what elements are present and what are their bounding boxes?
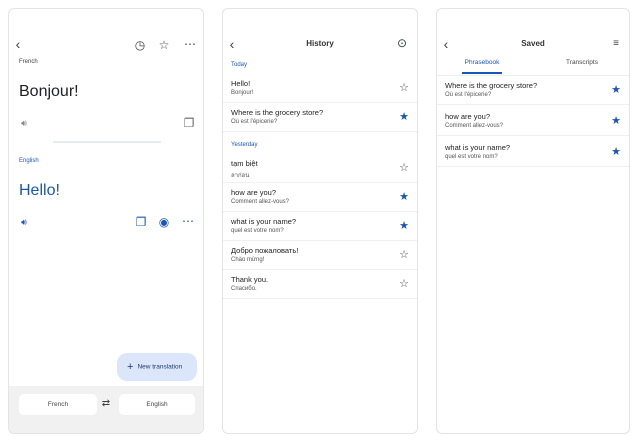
phrase-translation: Où est l'épicerie?	[231, 119, 278, 125]
phrase-translation: quel est votre nom?	[231, 228, 284, 234]
list-item[interactable]: Thank you. Спасибо. ☆	[223, 270, 417, 299]
swap-icon[interactable]: ⇄	[99, 398, 113, 410]
more-icon[interactable]: ⋯	[181, 215, 195, 227]
list-item[interactable]: Where is the grocery store? Où est l'épi…	[223, 103, 417, 132]
list-item[interactable]: Hello! Bonjour! ☆	[223, 74, 417, 103]
star-filled-icon[interactable]: ★	[399, 110, 409, 123]
source-language-button[interactable]: French	[19, 394, 97, 415]
star-icon[interactable]: ☆	[157, 39, 171, 51]
section-label: Yesterday	[231, 142, 258, 148]
divider	[53, 141, 161, 143]
phrase-translation: Bonjour!	[231, 90, 254, 96]
history-screen: ‹ History ⊙ Today Hello! Bonjour! ☆ Where …	[222, 8, 418, 434]
phrase-translation: Comment allez-vous?	[231, 199, 290, 205]
history-icon[interactable]: ◷	[133, 39, 147, 51]
speaker-icon[interactable]: 🔊︎	[17, 117, 31, 129]
star-filled-icon[interactable]: ★	[611, 114, 621, 127]
list-item[interactable]: what is your name? quel est votre nom? ★	[223, 212, 417, 241]
translate-screen: ‹ ◷ ☆ ⋯ French Bonjour! 🔊︎ ❐ English Hel…	[8, 8, 204, 434]
tab-transcripts[interactable]: Transcripts	[547, 59, 617, 66]
new-translation-button[interactable]: + New translation	[117, 353, 197, 381]
list-item[interactable]: how are you? Comment allez-vous? ★	[223, 183, 417, 212]
star-outline-icon[interactable]: ☆	[399, 161, 409, 174]
phrase-translation: Où est l'épicerie?	[445, 92, 492, 98]
saved-screen: ‹ Saved ≡ Phrasebook Transcripts Where i…	[436, 8, 630, 434]
target-text: Hello!	[19, 182, 60, 199]
phrase-translation: quel est votre nom?	[445, 154, 498, 160]
list-item[interactable]: Where is the grocery store? Où est l'épi…	[437, 76, 629, 105]
saved-icon[interactable]: ◉	[157, 216, 171, 228]
list-item[interactable]: what is your name? quel est votre nom? ★	[437, 138, 629, 167]
phrase-text: what is your name?	[445, 143, 511, 152]
star-filled-icon[interactable]: ★	[399, 219, 409, 232]
star-filled-icon[interactable]: ★	[611, 145, 621, 158]
source-language-label: French	[19, 59, 38, 65]
phrase-text: tạm biệt	[231, 159, 258, 168]
language-bar: French ⇄ English	[9, 386, 203, 433]
speaker-icon[interactable]: 🔊︎	[17, 216, 31, 228]
phrase-translation: ลาก่อน	[231, 173, 250, 179]
phrase-text: how are you?	[231, 188, 277, 197]
target-language-button[interactable]: English	[119, 394, 195, 415]
plus-icon: +	[127, 361, 134, 373]
phrase-text: Hello!	[231, 79, 251, 88]
phrase-translation: Comment allez-vous?	[445, 123, 504, 129]
phrase-translation: Chào mừng!	[231, 257, 265, 263]
copy-icon[interactable]: ❐	[134, 216, 148, 228]
active-tab-indicator	[462, 72, 502, 74]
more-icon[interactable]: ⋯	[183, 38, 197, 50]
tab-phrasebook[interactable]: Phrasebook	[447, 59, 517, 66]
page-title: Saved	[521, 39, 545, 48]
star-filled-icon[interactable]: ★	[611, 83, 621, 96]
source-text[interactable]: Bonjour!	[19, 83, 79, 101]
star-filled-icon[interactable]: ★	[399, 190, 409, 203]
phrase-text: Добро пожаловать!	[231, 246, 299, 255]
star-outline-icon[interactable]: ☆	[399, 248, 409, 261]
list-item[interactable]: Добро пожаловать! Chào mừng! ☆	[223, 241, 417, 270]
copy-icon[interactable]: ❐	[182, 117, 196, 129]
sort-icon[interactable]: ≡	[609, 38, 623, 50]
phrase-text: Where is the grocery store?	[445, 81, 538, 90]
phrase-text: Thank you.	[231, 275, 269, 284]
phrase-translation: Спасибо.	[231, 286, 257, 292]
more-options-icon[interactable]: ⊙	[395, 37, 409, 49]
target-language-label: English	[19, 158, 39, 164]
phrase-text: what is your name?	[231, 217, 297, 226]
list-item[interactable]: how are you? Comment allez-vous? ★	[437, 107, 629, 136]
star-outline-icon[interactable]: ☆	[399, 81, 409, 94]
new-translation-label: New translation	[137, 363, 183, 371]
list-item[interactable]: tạm biệt ลาก่อน ☆	[223, 154, 417, 183]
phrase-text: how are you?	[445, 112, 491, 121]
page-title: History	[306, 39, 334, 48]
star-outline-icon[interactable]: ☆	[399, 277, 409, 290]
back-icon[interactable]: ‹	[11, 37, 25, 51]
phrase-text: Where is the grocery store?	[231, 108, 324, 117]
section-label: Today	[231, 62, 248, 68]
